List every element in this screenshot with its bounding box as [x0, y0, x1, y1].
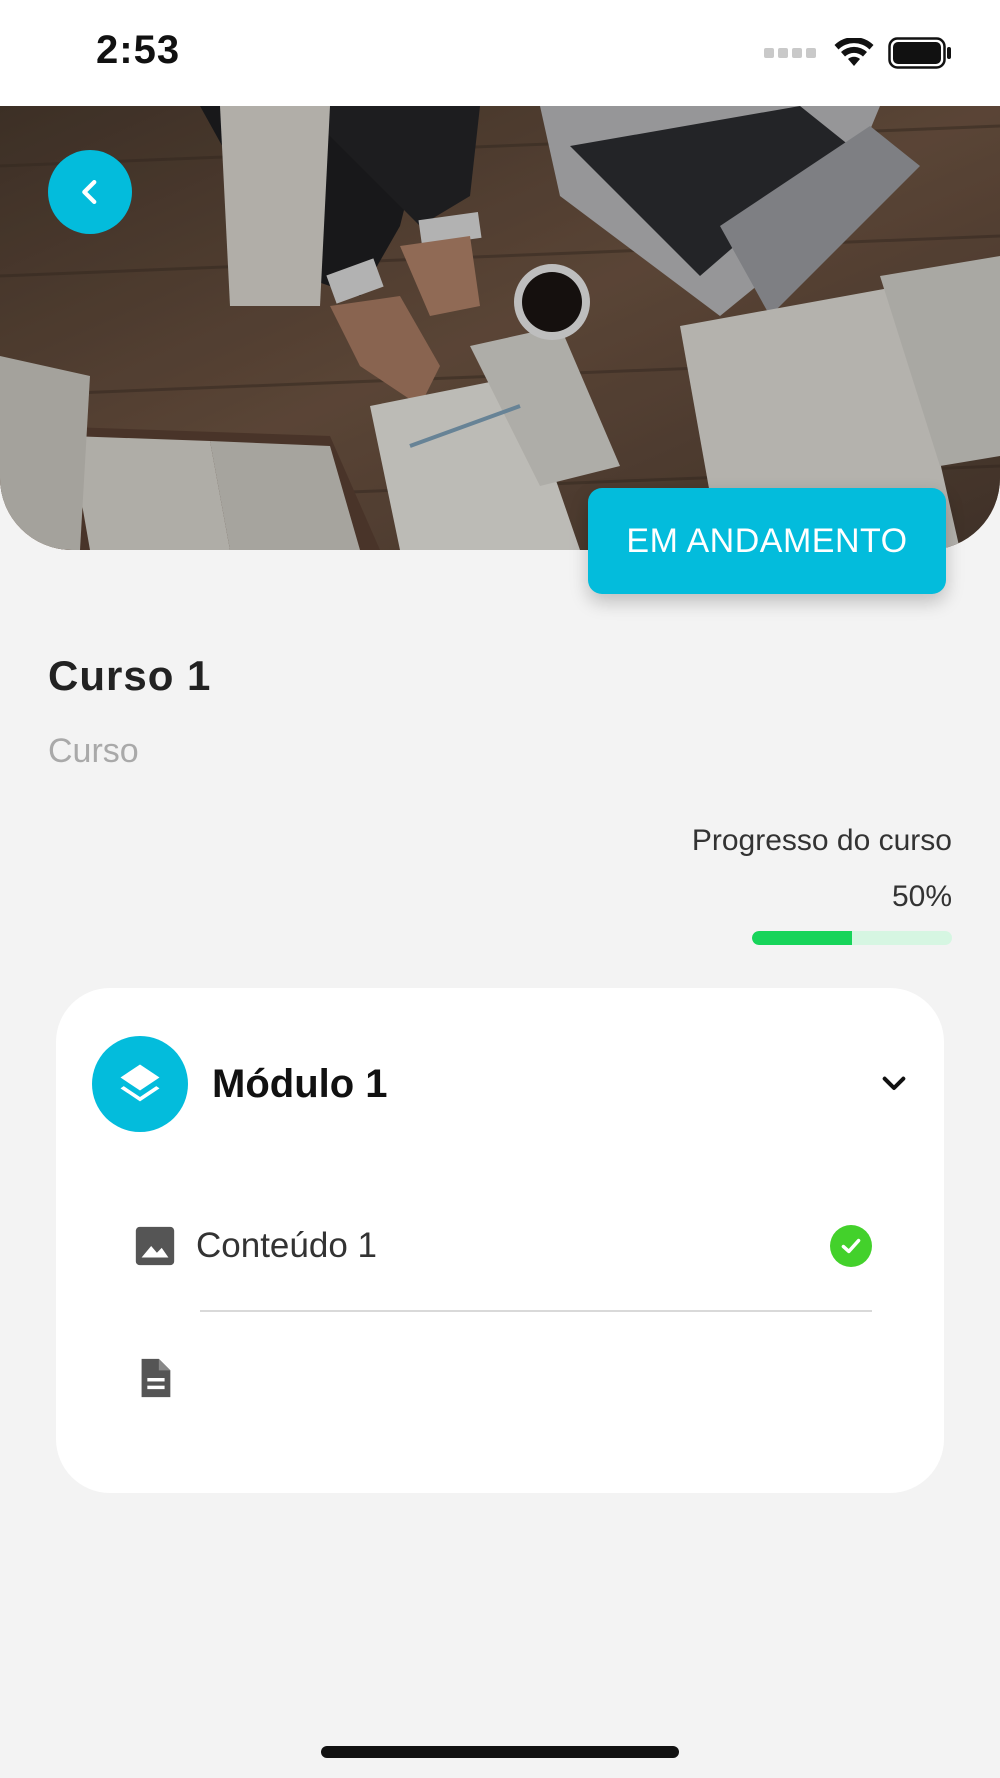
- wifi-icon: [834, 38, 874, 66]
- course-status-badge: EM ANDAMENTO: [588, 488, 946, 594]
- document-icon: [132, 1355, 178, 1401]
- battery-icon: [888, 37, 951, 69]
- signal-icon: [764, 48, 816, 58]
- chevron-down-icon[interactable]: [876, 1066, 912, 1102]
- content-item-label: Conteúdo 1: [196, 1226, 377, 1265]
- course-type-label: Curso: [48, 732, 139, 770]
- content-item-1[interactable]: Conteúdo 1: [132, 1198, 872, 1294]
- progress-percentage: 50%: [891, 880, 952, 913]
- status-bar: 2:53: [0, 0, 1000, 106]
- module-header[interactable]: Módulo 1: [92, 1036, 912, 1132]
- course-cover-image: [0, 106, 1000, 550]
- module-title: Módulo 1: [212, 1061, 388, 1106]
- layers-icon: [92, 1036, 188, 1132]
- divider: [200, 1310, 872, 1312]
- module-card: Módulo 1 Conteúdo 1: [56, 988, 944, 1493]
- back-button[interactable]: [48, 150, 132, 234]
- home-indicator: [321, 1746, 679, 1758]
- check-icon: [830, 1225, 872, 1267]
- progress-bar: [752, 931, 952, 945]
- status-time: 2:53: [96, 28, 181, 72]
- content-item-2[interactable]: [132, 1330, 872, 1426]
- progress-label: Progresso do curso: [691, 824, 952, 857]
- course-title: Curso 1: [48, 652, 212, 699]
- status-icons: [764, 36, 952, 70]
- image-icon: [132, 1223, 178, 1269]
- chevron-left-icon: [82, 179, 97, 205]
- business-meeting-photo: [0, 106, 1000, 550]
- progress-bar-fill: [752, 931, 852, 945]
- course-detail-screen: 2:53 EM ANDAMENTO Curso 1 Curso Progress…: [0, 0, 1000, 1778]
